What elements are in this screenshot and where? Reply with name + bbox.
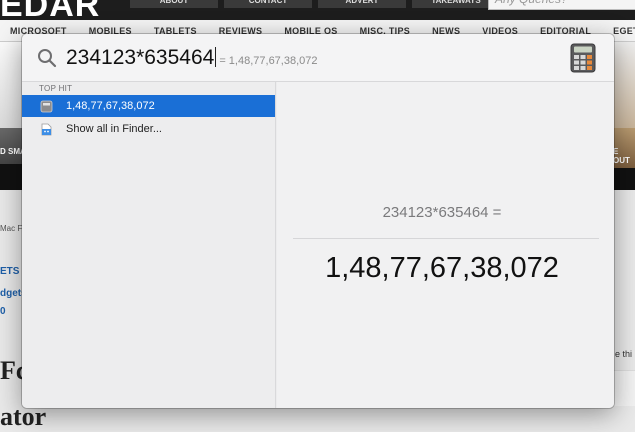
right-column-block bbox=[612, 370, 635, 406]
website-banner-right bbox=[612, 42, 635, 128]
right-column-text: e thi bbox=[615, 349, 633, 359]
text-caret bbox=[215, 47, 217, 67]
finder-icon bbox=[41, 123, 52, 135]
website-banner-left bbox=[0, 42, 24, 128]
result-label-show-all-finder: Show all in Finder... bbox=[66, 123, 162, 135]
website-top-nav: ABOUT CONTACT ADVERT TAKEAWAYS bbox=[130, 0, 500, 8]
sidebar-link-zero[interactable]: 0 bbox=[0, 306, 6, 317]
inline-calculation-result: = 1,48,77,67,38,072 bbox=[219, 55, 318, 67]
section-header-top-hit: TOP HIT bbox=[39, 84, 73, 93]
top-nav-advert[interactable]: ADVERT bbox=[318, 0, 406, 8]
result-row-calculation[interactable]: 1,48,77,67,38,072 bbox=[22, 95, 275, 117]
spotlight-preview-pane: 234123*635464 = 1,48,77,67,38,072 bbox=[277, 82, 614, 408]
sidebar-text-mac: Mac F bbox=[0, 224, 23, 233]
top-nav-about[interactable]: ABOUT bbox=[130, 0, 218, 8]
spotlight-search-bar[interactable]: 234123*635464 = 1,48,77,67,38,072 bbox=[22, 34, 614, 82]
result-row-show-all-finder[interactable]: Show all in Finder... bbox=[22, 118, 275, 140]
preview-expression: 234123*635464 = bbox=[382, 204, 502, 221]
sidebar-link-ets[interactable]: ETS bbox=[0, 266, 19, 277]
search-icon bbox=[38, 49, 57, 68]
preview-result: 1,48,77,67,38,072 bbox=[325, 252, 559, 284]
website-search-input[interactable]: Any Queries? bbox=[488, 0, 635, 10]
website-header: EDAR ABOUT CONTACT ADVERT TAKEAWAYS Any … bbox=[0, 0, 635, 24]
spotlight-query-field[interactable]: 234123*635464 = 1,48,77,67,38,072 bbox=[66, 44, 318, 72]
result-label-calculation: 1,48,77,67,38,072 bbox=[66, 100, 155, 112]
gallery-caption-bar-left bbox=[0, 164, 24, 190]
spotlight-window: 234123*635464 = 1,48,77,67,38,072 TOP HI… bbox=[22, 34, 614, 408]
spotlight-query-text[interactable]: 234123*635464 bbox=[66, 46, 214, 70]
preview-divider bbox=[293, 238, 599, 239]
top-nav-contact[interactable]: CONTACT bbox=[224, 0, 312, 8]
top-nav-takeaways[interactable]: TAKEAWAYS bbox=[412, 0, 500, 8]
nav-item-eget[interactable]: EGET bbox=[613, 26, 635, 36]
gallery-caption-right[interactable]: E OUT bbox=[613, 147, 635, 165]
gallery-caption-bar-right bbox=[612, 168, 635, 190]
spotlight-results-list: TOP HIT 1,48,77,67,38,072 Show all in Fi… bbox=[22, 82, 276, 408]
calculator-icon bbox=[40, 100, 53, 112]
calculator-app-icon[interactable] bbox=[570, 43, 596, 73]
